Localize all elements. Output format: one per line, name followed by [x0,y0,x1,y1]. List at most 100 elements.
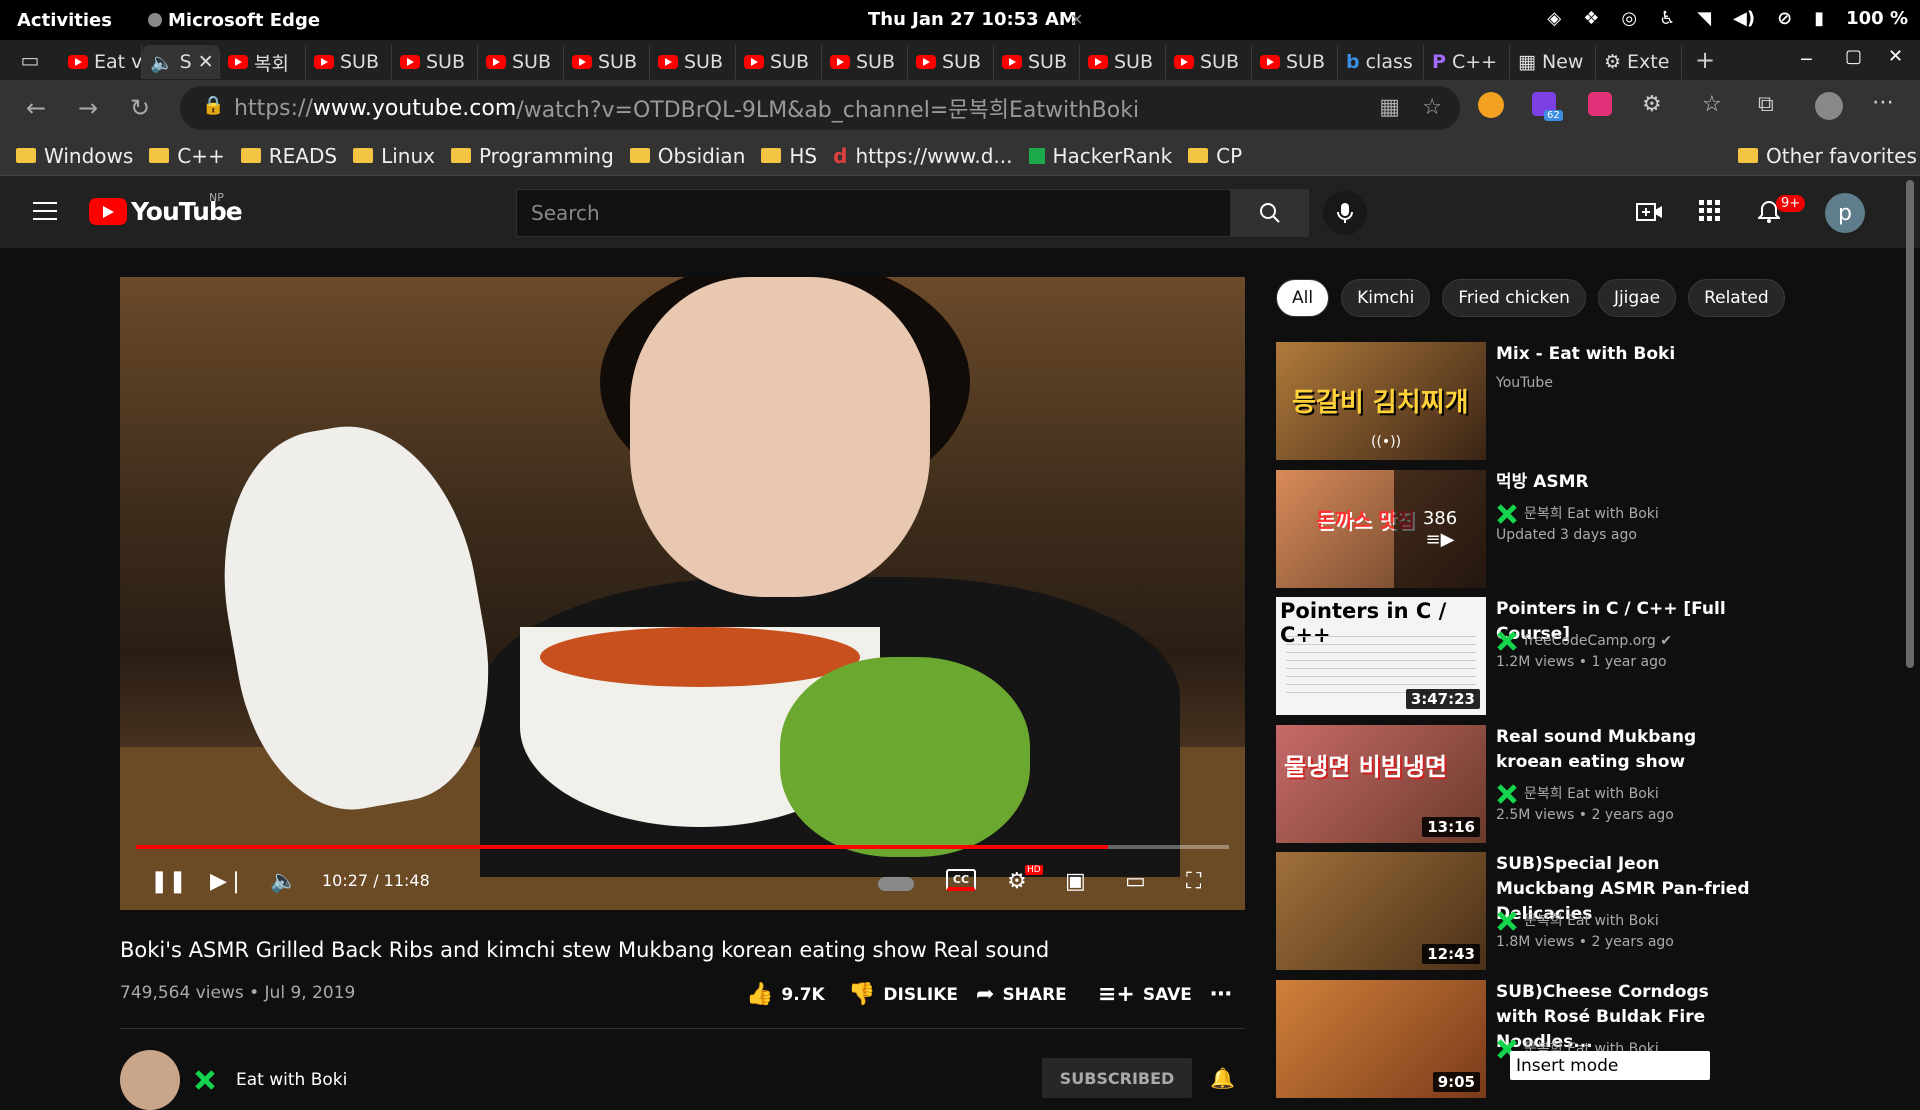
tab[interactable]: 복회 [220,45,306,79]
tab[interactable]: SUB [564,45,650,79]
captions-button[interactable]: CC [946,869,976,891]
video-thumbnail[interactable]: 9:05 [1276,980,1486,1098]
forward-button[interactable]: → [62,94,114,122]
app-available-icon[interactable]: ▦ [1379,95,1400,120]
refresh-button[interactable]: ↻ [114,94,166,122]
video-thumbnail[interactable]: 12:43 [1276,852,1486,970]
url-field[interactable]: 🔒 https://www.youtube.com/watch?v=OTDBrQ… [180,86,1460,130]
app-menu[interactable]: Microsoft Edge [147,10,320,31]
maximize-button[interactable]: ▢ [1845,46,1862,67]
page-scrollbar[interactable] [1906,180,1914,668]
tab[interactable]: SUB [650,45,736,79]
recommendation-item[interactable]: 9:05 SUB)Cheese Corndogs with Rosé Bulda… [1276,980,1756,1098]
chip-jjigae[interactable]: Jjigae [1597,279,1677,317]
tab[interactable]: P C++ [1424,45,1510,79]
profile-icon[interactable] [1815,92,1843,120]
recommendation-item[interactable]: 등갈비 김치찌개 ((•)) Mix - Eat with Boki YouTu… [1276,342,1756,460]
clock[interactable]: Thu Jan 27 10:53 AM [868,9,1077,30]
video-player[interactable]: ❚❚ ▶❘ 🔈 10:27 / 11:48 CC ⚙ HD ▣ ▭ ⛶ [120,277,1245,910]
next-button[interactable]: ▶❘ [210,869,245,894]
extension-icon[interactable] [1478,92,1504,118]
subscribed-button[interactable]: SUBSCRIBED [1042,1058,1192,1098]
tab[interactable]: SUB [736,45,822,79]
back-button[interactable]: ← [10,94,62,122]
tab[interactable]: SUB [1080,45,1166,79]
tab[interactable]: b class [1338,45,1424,79]
collections-icon[interactable]: ⧉ [1758,92,1774,117]
pause-button[interactable]: ❚❚ [150,869,187,894]
bookmark-folder[interactable]: CP [1188,144,1242,168]
tab[interactable]: ▦ New [1510,45,1596,79]
favorites-icon[interactable]: ☆ [1702,92,1722,117]
share-button[interactable]: ➦ SHARE [976,982,1067,1007]
tab-actions-icon[interactable]: ▭ [0,48,60,72]
voice-search-button[interactable] [1323,191,1367,235]
tab[interactable]: SUB [994,45,1080,79]
tab[interactable]: SUB [392,45,478,79]
minimize-button[interactable]: ‒ [1800,46,1813,70]
close-window-button[interactable]: ✕ [1888,46,1903,67]
close-tab-icon[interactable]: ✕ [198,51,214,73]
recommendation-title[interactable]: Real sound Mukbang kroean eating show [1496,725,1756,775]
recommendation-item[interactable]: 물냉면 비빔냉면 13:16 Real sound Mukbang kroean… [1276,725,1756,843]
tab[interactable]: Eat v [60,45,142,79]
tab[interactable]: SUB [478,45,564,79]
autoplay-toggle[interactable] [878,877,914,891]
settings-more-icon[interactable]: ⋯ [1872,90,1894,115]
bookmark-folder[interactable]: HS [761,144,817,168]
progress-bar[interactable] [136,845,1229,849]
notification-bell-icon[interactable]: 🔔 [1210,1066,1235,1090]
channel-avatar[interactable] [120,1050,180,1110]
video-thumbnail[interactable]: 등갈비 김치찌개 ((•)) [1276,342,1486,460]
add-favorite-icon[interactable]: ☆ [1422,95,1442,120]
recommendation-item[interactable]: 돈까스 맛집 386 ≡▶ 먹방 ASMR 문복희 Eat with Boki … [1276,470,1756,588]
extensions-puzzle-icon[interactable]: ⚙ [1642,92,1662,117]
tab-active[interactable]: 🔈 S ✕ [142,45,220,79]
chip-fried-chicken[interactable]: Fried chicken [1442,279,1586,317]
recommendation-item[interactable]: Pointers in C / C++ 3:47:23 Pointers in … [1276,597,1756,715]
search-button[interactable] [1231,189,1309,237]
search-input[interactable]: Search [516,189,1231,237]
channel-info[interactable]: Eat with Boki [120,1050,347,1110]
recommendation-title[interactable]: 먹방 ASMR [1496,470,1756,495]
tab[interactable]: SUB [1166,45,1252,79]
recommendation-item[interactable]: 12:43 SUB)Special Jeon Muckbang ASMR Pan… [1276,852,1756,970]
apps-grid-icon[interactable] [1699,200,1721,222]
tab[interactable]: SUB [306,45,392,79]
menu-icon[interactable] [33,202,57,226]
new-tab-button[interactable]: + [1682,46,1728,74]
bookmark-folder[interactable]: Obsidian [629,144,745,168]
activities-button[interactable]: Activities [17,10,112,31]
more-actions-button[interactable]: ⋯ [1210,982,1232,1007]
bookmark-folder[interactable]: Programming [450,144,614,168]
bookmark-folder[interactable]: READS [240,144,337,168]
bookmark-folder[interactable]: Linux [353,144,435,168]
account-avatar[interactable]: p [1825,193,1865,233]
speaker-icon[interactable]: 🔈 [150,51,174,74]
save-button[interactable]: ≡+ SAVE [1098,982,1192,1007]
chip-related[interactable]: Related [1688,279,1785,317]
chip-all[interactable]: All [1276,279,1330,317]
youtube-logo[interactable]: YouTube NP [89,191,243,226]
dislike-button[interactable]: 👎 DISLIKE [848,982,958,1007]
fullscreen-button[interactable]: ⛶ [1186,869,1201,894]
bookmark-link[interactable]: HackerRank [1028,144,1172,168]
video-thumbnail[interactable]: Pointers in C / C++ 3:47:23 [1276,597,1486,715]
video-thumbnail[interactable]: 물냉면 비빔냉면 13:16 [1276,725,1486,843]
like-button[interactable]: 👍 9.7K [746,982,825,1007]
miniplayer-button[interactable]: ▣ [1065,869,1086,894]
create-video-icon[interactable] [1636,200,1664,224]
bookmark-folder[interactable]: Windows [16,144,133,168]
theater-mode-button[interactable]: ▭ [1125,869,1146,894]
system-tray[interactable]: ◈ ❖ ◎ ♿ ◥ ◀) ⊘ ▮ 100 % [1547,8,1908,29]
volume-button[interactable]: 🔈 [270,869,297,894]
tab[interactable]: ⚙ Exte [1596,45,1682,79]
tab[interactable]: SUB [908,45,994,79]
tab[interactable]: SUB [822,45,908,79]
bookmark-link[interactable]: d https://www.d... [833,144,1012,168]
chip-kimchi[interactable]: Kimchi [1341,279,1431,317]
other-favorites[interactable]: Other favorites [1738,144,1917,168]
bookmark-folder[interactable]: C++ [149,144,225,168]
playlist-thumbnail[interactable]: 돈까스 맛집 386 ≡▶ [1276,470,1486,588]
recommendation-title[interactable]: Mix - Eat with Boki [1496,342,1756,367]
